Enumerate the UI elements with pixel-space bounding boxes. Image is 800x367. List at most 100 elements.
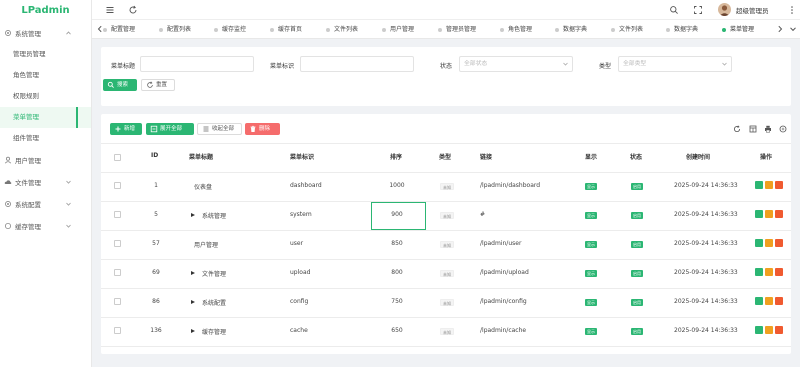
- reset-button[interactable]: 重置: [141, 79, 175, 91]
- tab-user-manage[interactable]: 用户管理: [382, 20, 414, 39]
- expand-caret-icon[interactable]: [191, 299, 195, 304]
- cell-sort[interactable]: 750: [386, 298, 408, 305]
- edit-button[interactable]: [755, 268, 763, 276]
- edit-button[interactable]: [755, 181, 763, 189]
- row-checkbox[interactable]: [114, 298, 121, 305]
- delete-button[interactable]: 删除: [245, 123, 280, 135]
- fullscreen-icon[interactable]: [693, 5, 703, 15]
- refresh-icon[interactable]: [733, 125, 741, 133]
- status-select[interactable]: 全部状态: [459, 56, 573, 72]
- add-child-button[interactable]: [765, 210, 773, 218]
- select-all-checkbox[interactable]: [114, 154, 121, 161]
- search-icon[interactable]: [669, 5, 679, 15]
- col-header-type[interactable]: 类型: [439, 152, 451, 161]
- menu-key-input[interactable]: [300, 56, 414, 72]
- cell-sort[interactable]: 650: [386, 327, 408, 334]
- add-child-button[interactable]: [765, 297, 773, 305]
- tab-config-list[interactable]: 配置列表: [159, 20, 191, 39]
- edit-button[interactable]: [755, 297, 763, 305]
- cell-sort[interactable]: 800: [386, 269, 408, 276]
- delete-row-button[interactable]: [775, 326, 783, 334]
- display-badge: 显示: [585, 270, 597, 277]
- sidebar-item-admin[interactable]: 管理员管理: [0, 44, 91, 65]
- export-icon[interactable]: [779, 125, 787, 133]
- collapse-all-button[interactable]: 收起全部: [197, 123, 242, 135]
- expand-caret-icon[interactable]: [191, 212, 195, 217]
- user-name[interactable]: 超级管理员: [736, 5, 769, 15]
- sidebar-group-config[interactable]: 系统配置: [0, 193, 91, 215]
- chevron-down-icon[interactable]: [789, 25, 797, 33]
- search-button[interactable]: 搜索: [103, 79, 137, 91]
- edit-button[interactable]: [755, 239, 763, 247]
- tab-cache-home[interactable]: 缓存首页: [270, 20, 302, 39]
- tab-dict[interactable]: 数据字典: [555, 20, 587, 39]
- refresh-icon: [147, 81, 153, 88]
- expand-all-button[interactable]: 展开全部: [146, 123, 194, 135]
- edit-button[interactable]: [755, 210, 763, 218]
- add-child-button[interactable]: [765, 326, 773, 334]
- col-header-status[interactable]: 状态: [630, 152, 642, 161]
- row-checkbox[interactable]: [114, 269, 121, 276]
- add-child-button[interactable]: [765, 239, 773, 247]
- delete-row-button[interactable]: [775, 239, 783, 247]
- row-checkbox[interactable]: [114, 240, 121, 247]
- menu-title-input[interactable]: [140, 56, 254, 72]
- sidebar-item-rule[interactable]: 权限规则: [0, 86, 91, 107]
- delete-row-button[interactable]: [775, 181, 783, 189]
- sidebar-group-file[interactable]: 文件管理: [0, 171, 91, 193]
- cell-id: 57: [152, 240, 160, 247]
- print-icon[interactable]: [764, 125, 772, 133]
- col-header-display[interactable]: 显示: [585, 152, 597, 161]
- tab-dot-icon: [500, 27, 504, 32]
- cell-sort[interactable]: 850: [386, 240, 408, 247]
- expand-caret-icon[interactable]: [191, 328, 195, 333]
- col-header-created[interactable]: 创建时间: [686, 152, 710, 161]
- col-header-sort[interactable]: 排序: [390, 152, 402, 161]
- col-header-id[interactable]: ID: [151, 152, 158, 159]
- sidebar-group-cache[interactable]: 缓存管理: [0, 215, 91, 237]
- menu-toggle-icon[interactable]: [105, 5, 115, 15]
- more-vertical-icon[interactable]: [787, 5, 797, 15]
- row-checkbox[interactable]: [114, 182, 121, 189]
- add-child-button[interactable]: [765, 181, 773, 189]
- tab-file-list-2[interactable]: 文件列表: [611, 20, 643, 39]
- cell-sort[interactable]: 1000: [386, 182, 408, 189]
- add-child-button[interactable]: [765, 268, 773, 276]
- refresh-icon[interactable]: [128, 5, 138, 15]
- tab-admin-manage[interactable]: 管理员管理: [438, 20, 476, 39]
- type-badge: 未知: [440, 270, 454, 277]
- expand-caret-icon[interactable]: [191, 270, 195, 275]
- col-header-title[interactable]: 菜单标题: [189, 152, 213, 161]
- cell-title: 文件管理: [202, 271, 227, 278]
- sidebar-item-menu[interactable]: 菜单管理: [0, 107, 91, 128]
- tab-dot-icon: [270, 27, 274, 32]
- tab-role-manage[interactable]: 角色管理: [500, 20, 532, 39]
- row-checkbox[interactable]: [114, 211, 121, 218]
- cell-created: 2025-09-24 14:36:33: [674, 182, 738, 189]
- sidebar-item-role[interactable]: 角色管理: [0, 65, 91, 86]
- edit-button[interactable]: [755, 326, 763, 334]
- tab-scroll-right-icon[interactable]: [776, 25, 784, 33]
- table-header-bottom-line: [101, 172, 791, 173]
- avatar[interactable]: [718, 3, 731, 16]
- columns-icon[interactable]: [749, 125, 757, 133]
- chevron-down-icon: [563, 62, 568, 66]
- sidebar-group-system[interactable]: 系统管理: [0, 22, 91, 44]
- row-separator: [101, 201, 791, 202]
- add-button[interactable]: 新增: [110, 123, 142, 135]
- delete-row-button[interactable]: [775, 297, 783, 305]
- row-checkbox[interactable]: [114, 327, 121, 334]
- tab-cache-monitor[interactable]: 缓存监控: [214, 20, 246, 39]
- display-badge: 显示: [585, 183, 597, 190]
- col-header-key[interactable]: 菜单标识: [290, 152, 314, 161]
- sidebar-item-component[interactable]: 组件管理: [0, 128, 91, 149]
- tab-config-manage[interactable]: 配置管理: [103, 20, 135, 39]
- col-header-link[interactable]: 链接: [480, 152, 492, 161]
- sidebar-group-user[interactable]: 用户管理: [0, 149, 91, 171]
- delete-row-button[interactable]: [775, 210, 783, 218]
- tab-file-list[interactable]: 文件列表: [326, 20, 358, 39]
- type-select[interactable]: 全部类型: [618, 56, 732, 72]
- tab-dict-2[interactable]: 数据字典: [666, 20, 698, 39]
- tab-menu-manage[interactable]: 菜单管理: [722, 20, 754, 39]
- delete-row-button[interactable]: [775, 268, 783, 276]
